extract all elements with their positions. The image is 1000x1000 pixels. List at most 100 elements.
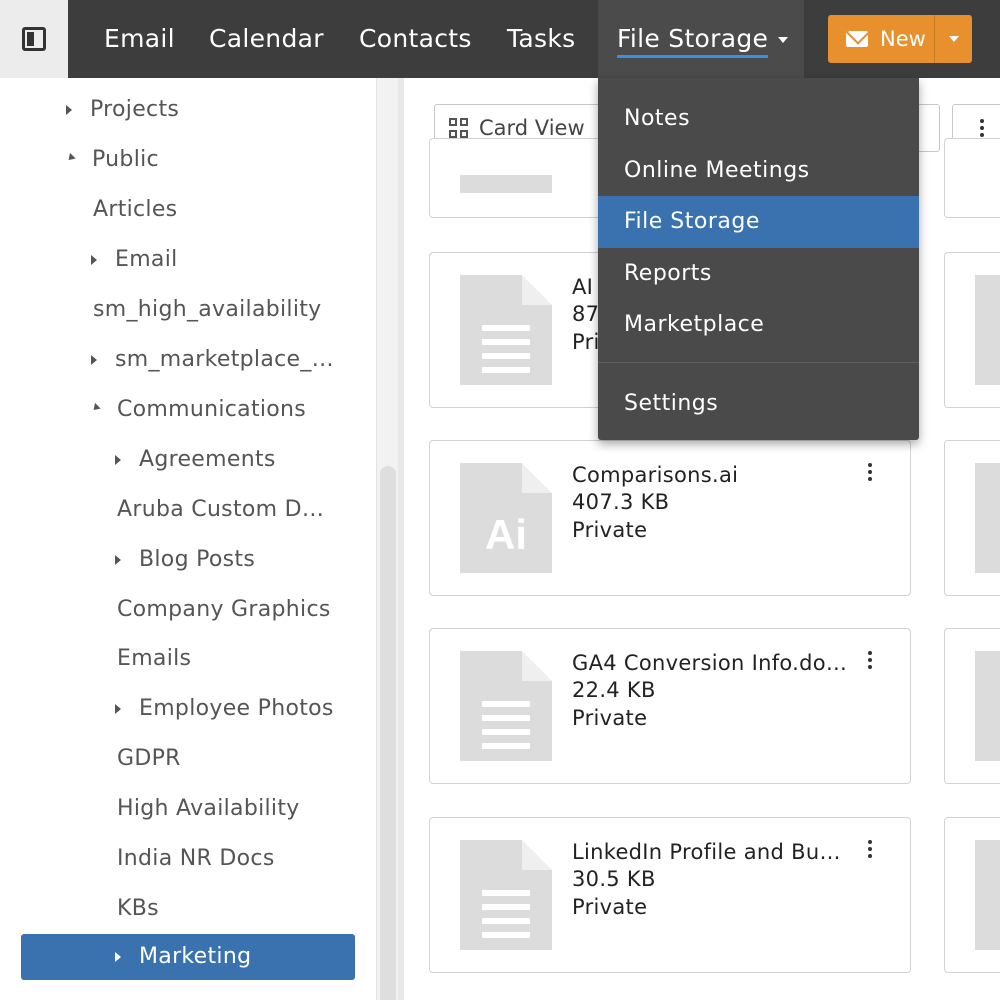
chevron-down-icon: [948, 36, 959, 42]
tree-item-label: Agreements: [139, 447, 276, 472]
sidebar-toggle-button[interactable]: [0, 0, 68, 78]
expand-icon: [115, 455, 121, 465]
nav-contacts-label: Contacts: [359, 24, 472, 53]
document-icon: [975, 275, 1000, 385]
sidebar-scrollbar[interactable]: [376, 78, 398, 1000]
tree-item-label: Communications: [117, 397, 307, 422]
collapse-icon: [90, 402, 101, 413]
tree-item-blog-posts[interactable]: Blog Posts: [115, 537, 255, 583]
menu-item-marketplace[interactable]: Marketplace: [598, 299, 919, 351]
sidebar-toggle-icon: [22, 27, 46, 51]
tree-item-kbs[interactable]: KBs: [117, 886, 159, 932]
tree-item-articles[interactable]: Articles: [93, 187, 177, 233]
menu-item-online-meetings[interactable]: Online Meetings: [598, 145, 919, 197]
tree-item-aruba-custom[interactable]: Aruba Custom D…: [117, 487, 324, 533]
nav-email-label: Email: [104, 24, 175, 53]
nav-file-storage[interactable]: File Storage: [598, 0, 804, 78]
file-card[interactable]: [944, 252, 1000, 408]
top-navigation-bar: Email Calendar Contacts Tasks File Stora…: [0, 0, 1000, 78]
chevron-down-icon: [778, 37, 789, 43]
tree-item-marketing[interactable]: Marketing: [21, 934, 355, 980]
menu-divider: [598, 362, 919, 363]
new-dropdown-toggle[interactable]: [935, 15, 972, 63]
expand-icon: [115, 704, 121, 714]
file-card[interactable]: GA4 Conversion Info.do… 22.4 KB Private: [429, 628, 911, 784]
tree-item-label: Public: [92, 147, 159, 172]
menu-item-label: Online Meetings: [624, 158, 810, 183]
nav-file-storage-label: File Storage: [617, 24, 769, 58]
nav-email[interactable]: Email: [104, 0, 175, 78]
file-card[interactable]: [944, 628, 1000, 784]
envelope-icon: [846, 31, 868, 47]
file-menu-icon[interactable]: [868, 651, 872, 669]
file-size: 407.3 KB: [572, 490, 670, 514]
tree-item-public[interactable]: Public: [65, 137, 159, 183]
tree-item-india-nr-docs[interactable]: India NR Docs: [117, 836, 275, 882]
tree-item-employee-photos[interactable]: Employee Photos: [115, 686, 334, 732]
tree-item-sm-high-availability[interactable]: sm_high_availability: [93, 287, 322, 333]
file-card[interactable]: [944, 440, 1000, 596]
tree-item-label: Emails: [117, 646, 192, 671]
tree-item-gdpr[interactable]: GDPR: [117, 736, 181, 782]
tree-item-agreements[interactable]: Agreements: [115, 437, 276, 483]
tree-item-label: Email: [115, 247, 178, 272]
file-icon: [460, 175, 552, 193]
menu-item-label: Settings: [624, 391, 719, 416]
new-compose-button[interactable]: New: [828, 15, 935, 63]
expand-icon: [66, 105, 72, 115]
tree-item-communications[interactable]: Communications: [90, 387, 307, 433]
file-visibility: Pri: [572, 330, 600, 354]
document-icon: [460, 840, 552, 950]
menu-item-reports[interactable]: Reports: [598, 248, 919, 300]
tree-item-label: Aruba Custom D…: [117, 497, 325, 522]
file-visibility: Private: [572, 895, 648, 919]
tree-item-company-graphics[interactable]: Company Graphics: [117, 587, 331, 633]
document-icon: [975, 840, 1000, 950]
file-card[interactable]: LinkedIn Profile and Bu… 30.5 KB Private: [429, 817, 911, 973]
card-view-label: Card View: [479, 116, 585, 140]
file-menu-icon[interactable]: [868, 463, 872, 481]
new-button: New: [828, 15, 972, 63]
tree-item-label: GDPR: [117, 746, 181, 771]
expand-icon: [91, 355, 97, 365]
tree-item-emails[interactable]: Emails: [117, 636, 191, 682]
menu-item-settings[interactable]: Settings: [598, 378, 919, 430]
menu-item-label: Notes: [624, 106, 691, 131]
tree-item-label: KBs: [117, 896, 159, 921]
tree-item-label: High Availability: [117, 796, 300, 821]
collapse-icon: [65, 152, 76, 163]
tree-item-projects[interactable]: Projects: [66, 87, 179, 133]
nav-contacts[interactable]: Contacts: [359, 0, 472, 78]
tree-item-label: Employee Photos: [139, 696, 334, 721]
document-icon: [460, 651, 552, 761]
file-card[interactable]: [944, 817, 1000, 973]
document-icon: [460, 275, 552, 385]
illustrator-file-icon: Ai: [460, 463, 552, 573]
document-icon: [975, 463, 1000, 573]
file-card[interactable]: Ai Comparisons.ai 407.3 KB Private: [429, 440, 911, 596]
menu-item-file-storage[interactable]: File Storage: [598, 196, 919, 248]
tree-item-label: India NR Docs: [117, 846, 275, 871]
sidebar-scrollbar-thumb[interactable]: [380, 466, 396, 1000]
expand-icon: [115, 555, 121, 565]
file-visibility: Private: [572, 706, 648, 730]
file-menu-icon[interactable]: [868, 840, 872, 858]
tree-item-label: sm_high_availability: [93, 297, 322, 322]
tree-item-sm-marketplace[interactable]: sm_marketplace_…: [91, 337, 334, 383]
file-card[interactable]: [944, 138, 1000, 218]
file-name: LinkedIn Profile and Bu…: [572, 840, 841, 864]
file-size: 87: [572, 302, 600, 326]
tree-item-label: Marketing: [139, 944, 252, 969]
file-type-label: Ai: [485, 511, 527, 558]
menu-item-label: File Storage: [624, 209, 760, 234]
nav-calendar[interactable]: Calendar: [209, 0, 324, 78]
document-icon: [975, 651, 1000, 761]
grid-icon: [449, 118, 469, 138]
tree-item-high-availability[interactable]: High Availability: [117, 786, 300, 832]
tree-item-email[interactable]: Email: [91, 237, 178, 283]
file-size: 30.5 KB: [572, 867, 656, 891]
menu-item-notes[interactable]: Notes: [598, 93, 919, 145]
nav-tasks[interactable]: Tasks: [507, 0, 575, 78]
file-size: 22.4 KB: [572, 678, 656, 702]
tree-item-label: sm_marketplace_…: [115, 347, 334, 372]
